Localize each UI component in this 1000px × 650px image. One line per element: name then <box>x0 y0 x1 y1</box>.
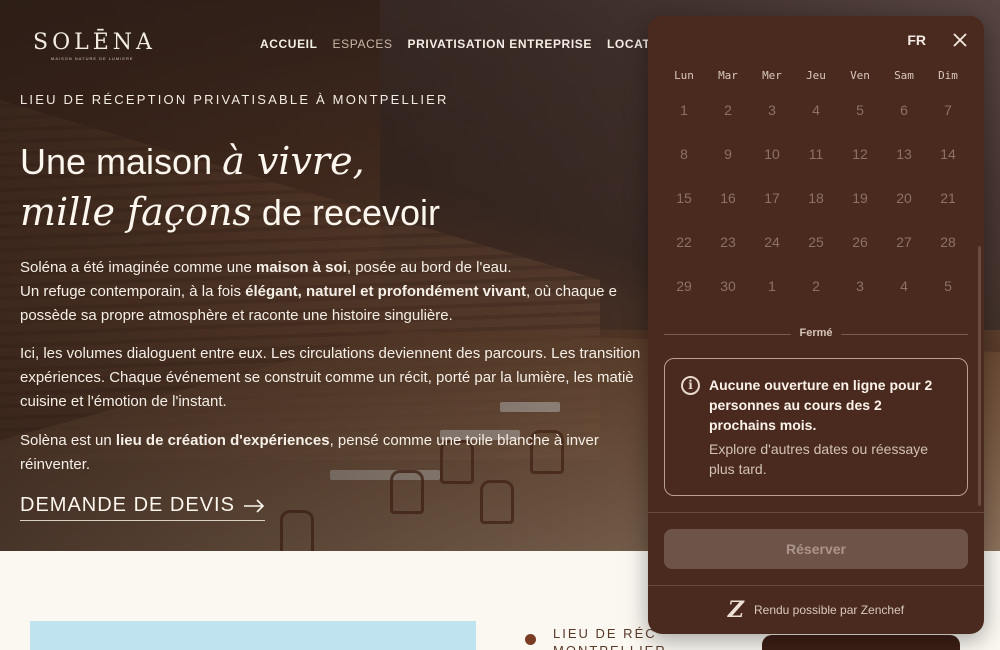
hero-paragraph: Ici, les volumes dialoguent entre eux. L… <box>20 345 641 362</box>
calendar-day[interactable]: 11 <box>794 132 838 176</box>
calendar-day[interactable]: 7 <box>926 88 970 132</box>
weekday-label: Jeu <box>806 69 826 82</box>
hero-paragraph: expériences. Chaque événement se constru… <box>20 369 634 386</box>
section-image <box>30 621 476 650</box>
text-bold: lieu de création d'expériences <box>115 432 330 449</box>
bullet-dot <box>525 634 536 645</box>
headline-part: Une maison <box>20 141 223 182</box>
calendar-day[interactable]: 21 <box>926 176 970 220</box>
hero-paragraph: cuisine et l'émotion de l'instant. <box>20 393 227 410</box>
status-text: Fermé <box>791 327 841 339</box>
nav-accueil[interactable]: ACCUEIL <box>260 37 318 51</box>
calendar-day[interactable]: 16 <box>706 176 750 220</box>
widget-header: FR <box>907 32 968 48</box>
calendar-day[interactable]: 22 <box>662 220 706 264</box>
hero-paragraph: réinventer. <box>20 456 91 473</box>
booking-widget: FR Lun Mar Mer Jeu Ven Sam Dim 123456789… <box>648 16 984 634</box>
hero-headline: Une maison à vivre, mille façons de rece… <box>20 136 640 238</box>
notice-subtitle: Explore d'autres dates ou réessaye plus … <box>709 441 929 477</box>
reserve-button[interactable]: Réserver <box>664 529 968 569</box>
notice-title: Aucune ouverture en ligne pour 2 personn… <box>709 377 933 433</box>
text: Soléna a été imaginée comme une <box>20 259 256 276</box>
calendar-day[interactable]: 5 <box>838 88 882 132</box>
brand-logo[interactable]: SOLĒNA MAISON NATURE DE LUMIERE <box>33 30 156 61</box>
calendar-day[interactable]: 18 <box>794 176 838 220</box>
arrow-right-icon <box>243 498 265 513</box>
calendar-day[interactable]: 5 <box>926 264 970 308</box>
headline-italic: mille façons <box>20 190 252 234</box>
brand-name: SOLĒNA <box>33 30 156 55</box>
divider <box>648 512 984 513</box>
calendar-day[interactable]: 4 <box>794 88 838 132</box>
weekday-label: Lun <box>674 69 694 82</box>
calendar-day[interactable]: 3 <box>838 264 882 308</box>
calendar-day[interactable]: 2 <box>794 264 838 308</box>
scrollbar[interactable] <box>978 246 981 506</box>
calendar-day[interactable]: 1 <box>750 264 794 308</box>
text-bold: maison à soi <box>255 259 347 276</box>
weekday-label: Ven <box>850 69 870 82</box>
weekday-label: Sam <box>894 69 914 82</box>
nav-privatisation[interactable]: PRIVATISATION ENTREPRISE <box>408 37 592 51</box>
close-icon[interactable] <box>952 32 968 48</box>
calendar-day[interactable]: 8 <box>662 132 706 176</box>
nav-espaces[interactable]: ESPACES <box>333 37 393 51</box>
calendar-day[interactable]: 24 <box>750 220 794 264</box>
hero-paragraph: possède sa propre atmosphère et raconte … <box>20 307 453 324</box>
weekday-label: Mer <box>762 69 782 82</box>
headline-italic: à vivre, <box>222 139 365 183</box>
weekday-label: Dim <box>938 69 958 82</box>
calendar-day[interactable]: 1 <box>662 88 706 132</box>
zenchef-logo-icon: Z <box>727 597 744 623</box>
calendar-day[interactable]: 14 <box>926 132 970 176</box>
calendar-day[interactable]: 23 <box>706 220 750 264</box>
calendar-day[interactable]: 26 <box>838 220 882 264</box>
calendar-day[interactable]: 13 <box>882 132 926 176</box>
quote-request-link[interactable]: DEMANDE DE DEVIS <box>20 494 265 521</box>
info-icon: i <box>681 376 700 395</box>
calendar-day[interactable]: 30 <box>706 264 750 308</box>
calendar-day[interactable]: 10 <box>750 132 794 176</box>
text: Un refuge contemporain, à la fois <box>20 283 246 300</box>
weekday-label: Mar <box>718 69 738 82</box>
powered-by[interactable]: Z Rendu possible par Zenchef <box>648 599 984 621</box>
calendar-day[interactable]: 15 <box>662 176 706 220</box>
cta-label: DEMANDE DE DEVIS <box>20 494 235 516</box>
hero-paragraph: Un refuge contemporain, à la fois élégan… <box>20 280 650 304</box>
language-selector[interactable]: FR <box>907 32 926 48</box>
calendar-day[interactable]: 19 <box>838 176 882 220</box>
powered-by-text: Rendu possible par Zenchef <box>753 603 905 617</box>
weekday-header: Lun Mar Mer Jeu Ven Sam Dim <box>662 69 970 82</box>
calendar-day[interactable]: 17 <box>750 176 794 220</box>
text: , posée au bord de l'eau. <box>346 259 512 276</box>
calendar-day[interactable]: 25 <box>794 220 838 264</box>
status-label: Fermé <box>648 327 984 339</box>
hero-paragraph: Solèna est un lieu de création d'expérie… <box>20 429 650 453</box>
brand-tagline: MAISON NATURE DE LUMIERE <box>51 56 134 61</box>
text: Solèna est un <box>20 432 116 449</box>
calendar-day[interactable]: 3 <box>750 88 794 132</box>
headline-part: de recevoir <box>251 192 441 233</box>
availability-notice: i Aucune ouverture en ligne pour 2 perso… <box>664 358 968 496</box>
divider <box>648 585 984 586</box>
calendar-day[interactable]: 4 <box>882 264 926 308</box>
calendar-day[interactable]: 6 <box>882 88 926 132</box>
calendar-day[interactable]: 12 <box>838 132 882 176</box>
calendar-day[interactable]: 28 <box>926 220 970 264</box>
calendar-day[interactable]: 29 <box>662 264 706 308</box>
calendar-day[interactable]: 27 <box>882 220 926 264</box>
calendar-day[interactable]: 20 <box>882 176 926 220</box>
floating-button[interactable] <box>762 635 960 650</box>
text: , où chaque e <box>526 283 617 300</box>
calendar-day[interactable]: 9 <box>706 132 750 176</box>
main-nav: ACCUEIL ESPACES PRIVATISATION ENTREPRISE… <box>260 37 674 51</box>
calendar-day[interactable]: 2 <box>706 88 750 132</box>
hero-paragraph: Soléna a été imaginée comme une maison à… <box>20 256 650 280</box>
hero-kicker: LIEU DE RÉCEPTION PRIVATISABLE À MONTPEL… <box>20 92 449 107</box>
calendar-grid: 1 2 3 4 5 6 7 8 9 10 11 12 13 14 15 16 17 18 19 20 21 22 23 24 2… <box>662 88 970 308</box>
text-bold: élégant, naturel et profondément vivant <box>245 283 527 300</box>
text: , pensé comme une toile blanche à inver <box>329 432 599 449</box>
